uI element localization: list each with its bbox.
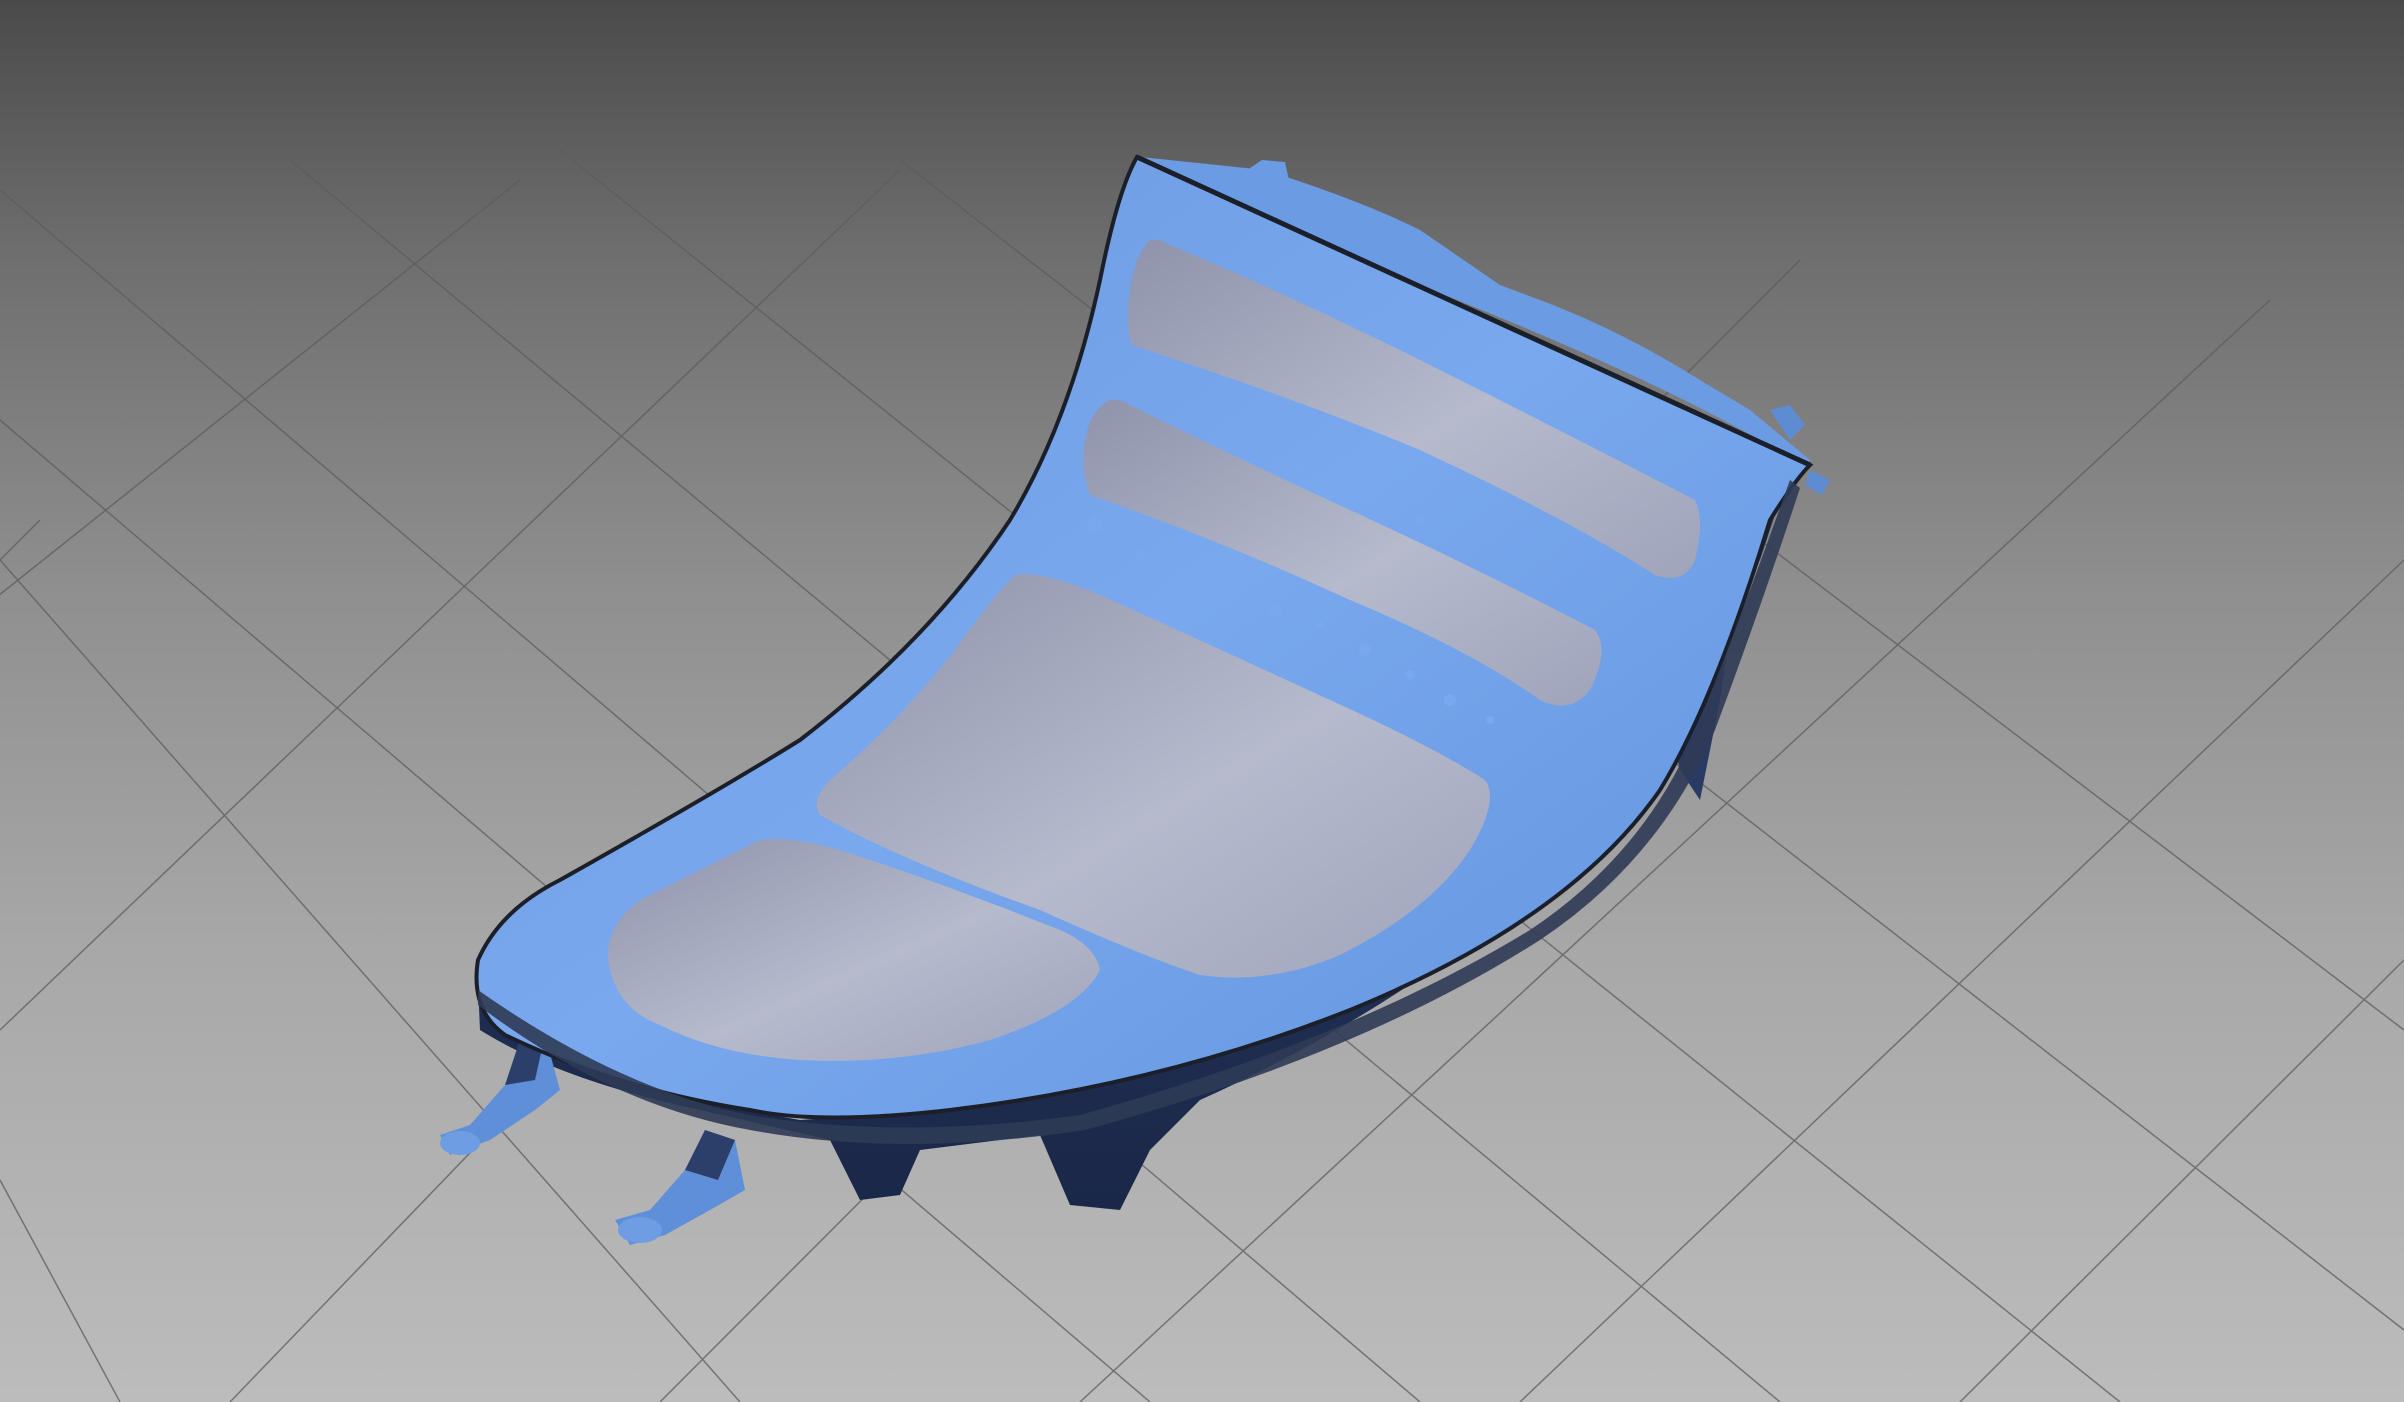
3d-viewport[interactable] [0, 0, 2404, 1402]
mounting-bracket-right [615, 1130, 745, 1245]
scene-canvas[interactable] [0, 0, 2404, 1402]
